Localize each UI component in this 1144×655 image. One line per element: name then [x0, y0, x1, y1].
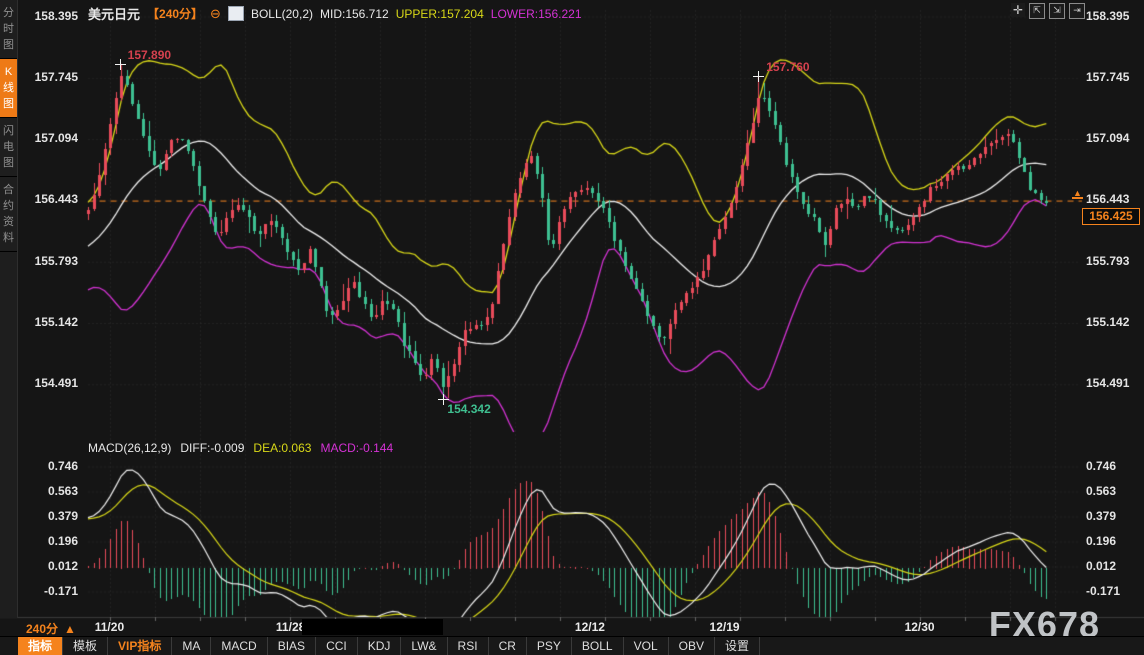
x-axis-date-label: 11/28 — [276, 620, 305, 634]
toolbar-item-MACD[interactable]: MACD — [211, 637, 267, 655]
crosshair-marker — [753, 71, 764, 82]
current-price-box: 156.425 — [1082, 208, 1140, 225]
period-badge-label: 240分 — [26, 620, 58, 637]
y-axis-label-left: 156.443 — [18, 192, 78, 206]
y-axis-label-right: 154.491 — [1086, 376, 1144, 390]
toolbar-item-CR[interactable]: CR — [489, 637, 527, 655]
bottom-toolbar: 指标模板VIP指标MAMACDBIASCCIKDJLW&RSICRPSYBOLL… — [0, 636, 1144, 655]
date-axis-blackout — [302, 619, 443, 635]
macd-dea-value: DEA:0.063 — [253, 441, 311, 455]
macd-axis-label-right: 0.563 — [1086, 484, 1144, 498]
y-axis-label-right: 157.094 — [1086, 131, 1144, 145]
macd-axis-label-right: 0.746 — [1086, 459, 1144, 473]
y-axis-label-right: 158.395 — [1086, 9, 1144, 23]
trading-app-window: 分时图 K线图 闪电图 合约资料 美元日元 【240分】 ⊖ BOLL(20,2… — [0, 0, 1144, 655]
toolbar-item-KDJ[interactable]: KDJ — [358, 637, 402, 655]
macd-hist-value: MACD:-0.144 — [320, 441, 393, 455]
macd-axis-label-left: 0.563 — [18, 484, 78, 498]
price-arrow-marker: ▲ — [1072, 189, 1083, 199]
y-axis-label-left: 157.745 — [18, 70, 78, 84]
reset-zoom-icon[interactable]: ⇥ — [1069, 3, 1085, 19]
axis-scale-left-icon[interactable]: ⇱ — [1029, 3, 1045, 19]
price-annotation-157.760: 157.760 — [766, 60, 809, 74]
macd-axis-label-left: 0.196 — [18, 534, 78, 548]
toolbar-item-MA[interactable]: MA — [172, 637, 211, 655]
axis-scale-right-icon[interactable]: ⇲ — [1049, 3, 1065, 19]
macd-axis-label-left: 0.012 — [18, 559, 78, 573]
y-axis-label-left: 155.793 — [18, 254, 78, 268]
y-axis-label-left: 155.142 — [18, 315, 78, 329]
chart-header: 美元日元 【240分】 ⊖ BOLL(20,2) MID:156.712 UPP… — [88, 4, 582, 23]
macd-name: MACD(26,12,9) — [88, 441, 171, 455]
boll-label: BOLL(20,2) — [251, 7, 313, 21]
chart-canvas[interactable] — [0, 0, 1144, 655]
toolbar-item-指标[interactable]: 指标 — [18, 637, 63, 655]
y-axis-label-right: 156.443 — [1086, 192, 1144, 206]
y-axis-label-right: 155.142 — [1086, 315, 1144, 329]
toolbar-item-BOLL[interactable]: BOLL — [572, 637, 624, 655]
x-axis-date-label: 12/30 — [905, 620, 935, 634]
toolbar-item-BIAS[interactable]: BIAS — [268, 637, 316, 655]
macd-axis-label-right: -0.171 — [1086, 584, 1144, 598]
y-axis-label-right: 155.793 — [1086, 254, 1144, 268]
macd-axis-label-right: 0.196 — [1086, 534, 1144, 548]
toolbar-item-设置[interactable]: 设置 — [715, 637, 760, 655]
boll-mid-value: MID:156.712 — [320, 7, 389, 21]
macd-axis-label-left: 0.746 — [18, 459, 78, 473]
toolbar-item-OBV[interactable]: OBV — [669, 637, 715, 655]
sidebar-item-time-chart[interactable]: 分时图 — [0, 0, 17, 59]
crosshair-marker — [115, 59, 126, 70]
sidebar-item-kline-chart[interactable]: K线图 — [0, 59, 17, 118]
y-axis-label-left: 157.094 — [18, 131, 78, 145]
x-axis-date-label: 12/12 — [575, 620, 605, 634]
macd-header: MACD(26,12,9) DIFF:-0.009 DEA:0.063 MACD… — [88, 441, 393, 455]
pan-crosshair-icon[interactable]: ✛ — [1011, 3, 1025, 17]
macd-axis-label-left: 0.379 — [18, 509, 78, 523]
sidebar-item-lightning-chart[interactable]: 闪电图 — [0, 118, 17, 177]
boll-upper-value: UPPER:157.204 — [396, 7, 484, 21]
price-annotation-157.890: 157.890 — [128, 48, 171, 62]
chart-tool-icons: ✛ ⇱⇲⇥ — [1011, 3, 1085, 19]
period-badge[interactable]: 240分 ▲ — [26, 620, 76, 637]
macd-axis-label-left: -0.171 — [18, 584, 78, 598]
sidebar: 分时图 K线图 闪电图 合约资料 — [0, 0, 18, 618]
toolbar-item-模板[interactable]: 模板 — [63, 637, 108, 655]
toolbar-item-CCI[interactable]: CCI — [316, 637, 358, 655]
period-badge-arrow-icon: ▲ — [64, 622, 76, 636]
x-axis-date-label: 11/20 — [95, 620, 124, 634]
price-annotation-154.342: 154.342 — [447, 402, 490, 416]
toolbar-item-LW&[interactable]: LW& — [401, 637, 447, 655]
indicator-chart-icon[interactable] — [228, 6, 244, 21]
collapse-icon[interactable]: ⊖ — [210, 6, 221, 22]
y-axis-label-left: 158.395 — [18, 9, 78, 23]
y-axis-label-right: 157.745 — [1086, 70, 1144, 84]
x-axis-date-label: 12/19 — [710, 620, 740, 634]
sidebar-item-contract-info[interactable]: 合约资料 — [0, 177, 17, 252]
toolbar-item-PSY[interactable]: PSY — [527, 637, 572, 655]
boll-lower-value: LOWER:156.221 — [491, 7, 582, 21]
symbol-name: 美元日元 — [88, 4, 140, 23]
toolbar-item-RSI[interactable]: RSI — [448, 637, 489, 655]
macd-axis-label-right: 0.012 — [1086, 559, 1144, 573]
period-label: 【240分】 — [147, 5, 203, 22]
y-axis-label-left: 154.491 — [18, 376, 78, 390]
toolbar-item-VOL[interactable]: VOL — [624, 637, 669, 655]
macd-diff-value: DIFF:-0.009 — [180, 441, 244, 455]
toolbar-item-VIP指标[interactable]: VIP指标 — [108, 637, 172, 655]
macd-axis-label-right: 0.379 — [1086, 509, 1144, 523]
